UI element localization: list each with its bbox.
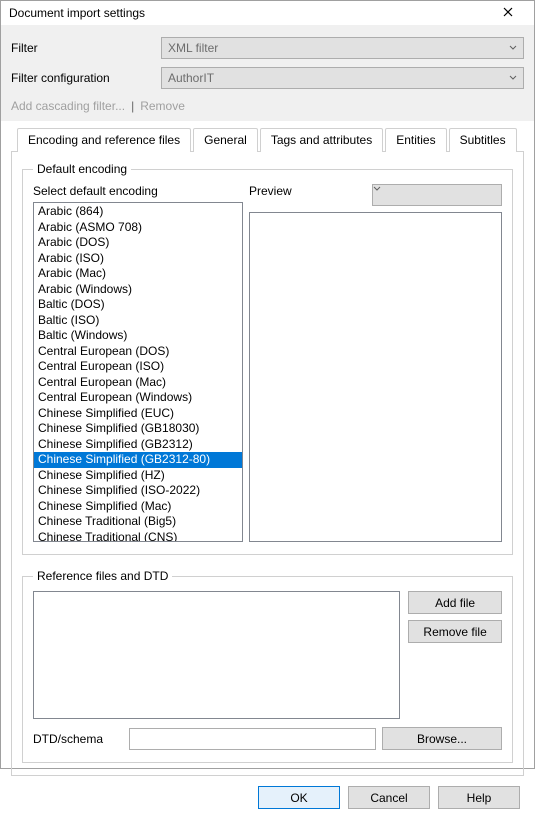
default-encoding-legend: Default encoding [33,162,131,176]
window-title: Document import settings [9,6,490,20]
tab-entities[interactable]: Entities [385,128,446,152]
encoding-list-item[interactable]: Chinese Simplified (Mac) [34,499,242,515]
preview-combo[interactable] [372,184,502,206]
browse-button[interactable]: Browse... [382,727,502,750]
cancel-label: Cancel [370,791,407,805]
encoding-list-item[interactable]: Central European (DOS) [34,344,242,360]
encoding-list-item[interactable]: Baltic (Windows) [34,328,242,344]
filter-label: Filter [11,41,161,55]
encoding-list-item[interactable]: Arabic (864) [34,204,242,220]
tab-encoding-and-reference-files[interactable]: Encoding and reference files [17,128,191,152]
cancel-button[interactable]: Cancel [348,786,430,809]
filter-config-combo[interactable]: AuthorIT [161,67,524,89]
encoding-list-item[interactable]: Chinese Simplified (HZ) [34,468,242,484]
encoding-list-item[interactable]: Chinese Simplified (ISO-2022) [34,483,242,499]
chevron-down-icon [373,185,501,193]
close-icon [503,6,513,20]
tab-subtitles[interactable]: Subtitles [449,128,517,152]
encoding-list-item[interactable]: Chinese Traditional (Big5) [34,514,242,530]
add-cascading-link[interactable]: Add cascading filter... [11,99,125,113]
preview-box[interactable] [249,212,502,542]
encoding-list-item[interactable]: Chinese Simplified (GB2312-80) [34,452,242,468]
encoding-list-item[interactable]: Chinese Simplified (GB2312) [34,437,242,453]
encoding-list-item[interactable]: Chinese Simplified (GB18030) [34,421,242,437]
encoding-listbox[interactable]: Arabic (864)Arabic (ASMO 708)Arabic (DOS… [33,202,243,542]
dialog-footer: OK Cancel Help [1,776,534,823]
encoding-list-item[interactable]: Chinese Simplified (EUC) [34,406,242,422]
remove-file-button[interactable]: Remove file [408,620,502,643]
encoding-list-item[interactable]: Arabic (Mac) [34,266,242,282]
tab-general[interactable]: General [193,128,258,152]
encoding-list-item[interactable]: Arabic (ASMO 708) [34,220,242,236]
filter-combo-value: XML filter [168,41,218,55]
encoding-list-item[interactable]: Baltic (DOS) [34,297,242,313]
browse-label: Browse... [417,732,467,746]
close-button[interactable] [490,1,526,25]
encoding-list-item[interactable]: Central European (Windows) [34,390,242,406]
ok-label: OK [290,791,307,805]
remove-file-label: Remove file [423,625,486,639]
add-file-label: Add file [435,596,475,610]
tabstrip: Encoding and reference filesGeneralTags … [11,127,524,151]
tab-panel: Default encoding Select default encoding… [11,151,524,776]
titlebar: Document import settings [1,1,534,25]
encoding-list-item[interactable]: Arabic (DOS) [34,235,242,251]
chevron-down-icon [509,44,517,52]
filter-config-combo-value: AuthorIT [168,71,214,85]
remove-link[interactable]: Remove [140,99,185,113]
chevron-down-icon [509,74,517,82]
encoding-list-item[interactable]: Central European (ISO) [34,359,242,375]
default-encoding-group: Default encoding Select default encoding… [22,162,513,555]
add-file-button[interactable]: Add file [408,591,502,614]
encoding-list-item[interactable]: Arabic (Windows) [34,282,242,298]
help-label: Help [467,791,492,805]
dtd-schema-label: DTD/schema [33,732,123,746]
preview-label: Preview [249,184,364,198]
dialog-window: Document import settings Filter XML filt… [0,0,535,769]
tabs-container: Encoding and reference filesGeneralTags … [1,121,534,776]
reference-files-legend: Reference files and DTD [33,569,172,583]
select-encoding-label: Select default encoding [33,184,243,198]
tab-tags-and-attributes[interactable]: Tags and attributes [260,128,383,152]
link-separator: | [131,99,134,113]
filter-config-label: Filter configuration [11,71,161,85]
encoding-list-item[interactable]: Chinese Traditional (CNS) [34,530,242,543]
encoding-list-item[interactable]: Arabic (ISO) [34,251,242,267]
reference-files-listbox[interactable] [33,591,400,719]
encoding-list-item[interactable]: Central European (Mac) [34,375,242,391]
ok-button[interactable]: OK [258,786,340,809]
reference-files-group: Reference files and DTD Add file Remove … [22,569,513,763]
dtd-schema-input[interactable] [129,728,376,750]
help-button[interactable]: Help [438,786,520,809]
top-panel: Filter XML filter Filter configuration A… [1,25,534,121]
filter-combo[interactable]: XML filter [161,37,524,59]
encoding-list-item[interactable]: Baltic (ISO) [34,313,242,329]
